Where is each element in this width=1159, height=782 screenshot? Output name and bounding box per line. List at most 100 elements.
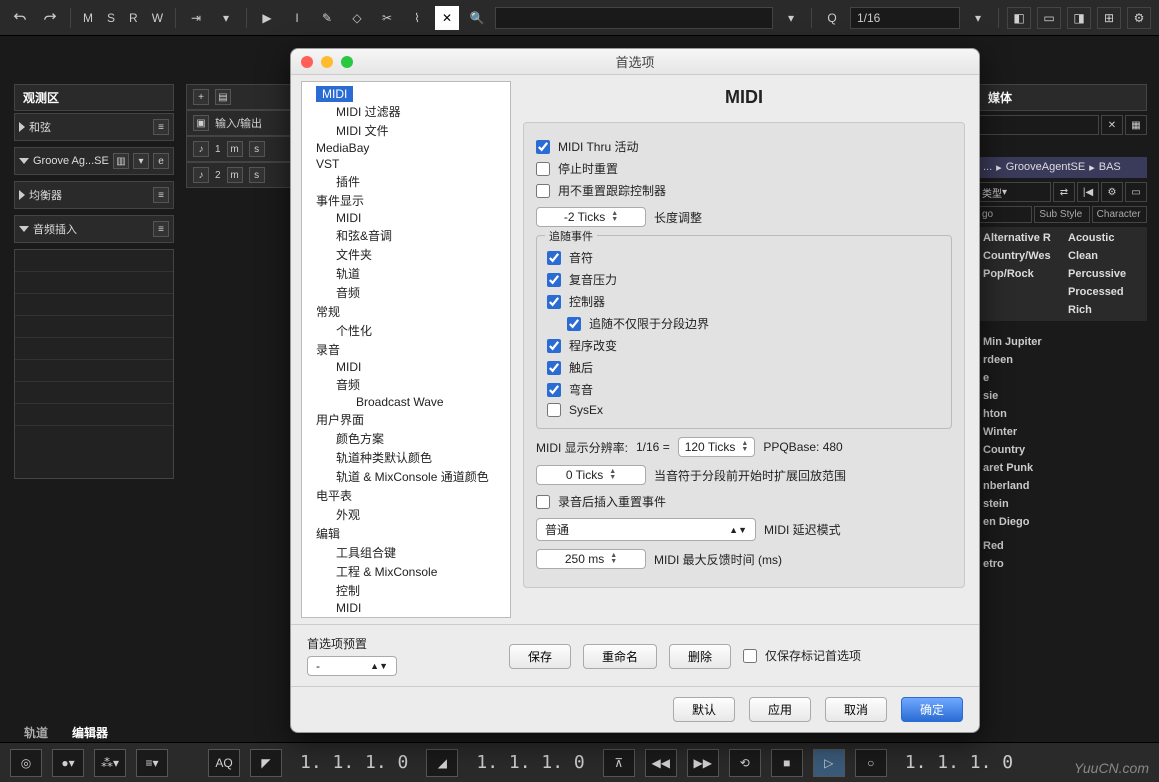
tree-item[interactable]: 个性化: [302, 321, 510, 340]
tab-track[interactable]: 轨道: [24, 724, 48, 741]
insert-slot[interactable]: [15, 250, 173, 272]
insert-slot[interactable]: [15, 272, 173, 294]
stop-button[interactable]: ■: [771, 749, 803, 777]
insert-slot[interactable]: [15, 360, 173, 382]
tree-item[interactable]: 文件夹: [302, 245, 510, 264]
tree-item[interactable]: 事件显示: [302, 191, 510, 210]
tag-item[interactable]: Alternative R: [979, 229, 1060, 247]
arrow-tool-icon[interactable]: ▶: [255, 6, 279, 30]
solo-button[interactable]: s: [249, 141, 265, 157]
preset-item[interactable]: en Diego: [977, 513, 1147, 531]
tree-item[interactable]: MIDI 文件: [302, 121, 510, 140]
tree-item[interactable]: 颜色方案: [302, 429, 510, 448]
tree-item[interactable]: 和弦&音调: [302, 226, 510, 245]
punch-in-icon[interactable]: ◤: [250, 749, 282, 777]
inserts-section[interactable]: 音频插入 ≡: [14, 215, 174, 243]
chase-checkbox[interactable]: 追随不仅限于分段边界: [547, 315, 941, 332]
primary-time[interactable]: 1. 1. 1. 0: [897, 752, 1021, 773]
layout3-icon[interactable]: ◨: [1067, 7, 1091, 29]
media-search[interactable]: [977, 115, 1099, 135]
write-toggle[interactable]: W: [148, 11, 167, 25]
layout1-icon[interactable]: ◧: [1007, 7, 1031, 29]
preset-item[interactable]: Winter: [977, 423, 1147, 441]
search-dropdown-icon[interactable]: ▾: [779, 6, 803, 30]
save-button[interactable]: 保存: [509, 644, 571, 669]
tag-item[interactable]: Processed: [1064, 283, 1145, 301]
left-locator[interactable]: 1. 1. 1. 0: [292, 752, 416, 773]
forward-icon[interactable]: ▶▶: [687, 749, 719, 777]
tree-item[interactable]: 电平表: [302, 486, 510, 505]
type-filter[interactable]: 类型 ▾: [977, 182, 1051, 202]
aq-button[interactable]: AQ: [208, 749, 240, 777]
tree-item[interactable]: 外观: [302, 505, 510, 524]
mute-toggle[interactable]: M: [79, 11, 97, 25]
mute-button[interactable]: m: [227, 167, 243, 183]
chase-checkbox[interactable]: SysEx: [547, 403, 941, 417]
track-row-1[interactable]: ♪ 1 m s: [186, 136, 296, 162]
insert-slot[interactable]: [15, 382, 173, 404]
filter-character[interactable]: Character: [1092, 206, 1147, 223]
tree-item[interactable]: 轨道种类默认颜色: [302, 448, 510, 467]
eq-menu-icon[interactable]: ≡: [153, 187, 169, 203]
preset-item[interactable]: nberland: [977, 477, 1147, 495]
x-tool-icon[interactable]: ✕: [435, 6, 459, 30]
punch-out-icon[interactable]: ◢: [426, 749, 458, 777]
chase-checkbox[interactable]: 触后: [547, 359, 941, 376]
preset-item[interactable]: etro: [977, 555, 1147, 573]
audio-mode-icon[interactable]: ⁂▾: [94, 749, 126, 777]
store-marked-checkbox[interactable]: 仅保存标记首选项: [743, 647, 861, 664]
edit-instrument-icon[interactable]: e: [153, 153, 169, 169]
draw-tool-icon[interactable]: ✎: [315, 6, 339, 30]
chase-checkbox[interactable]: 程序改变: [547, 337, 941, 354]
track-name-section[interactable]: Groove Ag...SE ▥ ▾ e: [14, 147, 174, 175]
read-toggle[interactable]: R: [125, 11, 142, 25]
settings-icon[interactable]: ⚙: [1101, 182, 1123, 202]
solo-button[interactable]: s: [249, 167, 265, 183]
scissors-tool-icon[interactable]: ✂: [375, 6, 399, 30]
chord-menu-icon[interactable]: ≡: [153, 119, 169, 135]
preset-item[interactable]: Country: [977, 441, 1147, 459]
redo-icon[interactable]: [38, 6, 62, 30]
midi-mode-icon[interactable]: ≡▾: [136, 749, 168, 777]
chase-checkbox[interactable]: 弯音: [547, 381, 941, 398]
insert-slot[interactable]: [15, 316, 173, 338]
display-res-spinner[interactable]: 120 Ticks▲▼: [678, 437, 756, 457]
track-row-2[interactable]: ♪ 2 m s: [186, 162, 296, 188]
rename-button[interactable]: 重命名: [583, 644, 657, 669]
cycle-icon[interactable]: ⟲: [729, 749, 761, 777]
insert-slot[interactable]: [15, 404, 173, 426]
snap-icon[interactable]: ⇥: [184, 6, 208, 30]
tree-item[interactable]: 常规: [302, 302, 510, 321]
ok-button[interactable]: 确定: [901, 697, 963, 722]
window-icon[interactable]: ▭: [1125, 182, 1147, 202]
preset-select[interactable]: -▲▼: [307, 656, 397, 676]
layout2-icon[interactable]: ▭: [1037, 7, 1061, 29]
delete-button[interactable]: 删除: [669, 644, 731, 669]
grid-icon[interactable]: ▦: [1125, 115, 1147, 135]
preset-item[interactable]: Red: [977, 537, 1147, 555]
eq-section[interactable]: 均衡器 ≡: [14, 181, 174, 209]
goto-start-icon[interactable]: ⊼: [603, 749, 635, 777]
apply-button[interactable]: 应用: [749, 697, 811, 722]
track-filter-icon[interactable]: ▤: [215, 89, 231, 105]
inserts-menu-icon[interactable]: ≡: [153, 221, 169, 237]
insert-reset-checkbox[interactable]: 录音后插入重置事件: [536, 493, 952, 510]
right-locator[interactable]: 1. 1. 1. 0: [468, 752, 592, 773]
record-button[interactable]: ○: [855, 749, 887, 777]
glue-tool-icon[interactable]: ⌇: [405, 6, 429, 30]
tree-item[interactable]: 音频: [302, 375, 510, 394]
preset-item[interactable]: rdeen: [977, 351, 1147, 369]
chord-section[interactable]: 和弦 ≡: [14, 113, 174, 141]
tag-item[interactable]: Rich: [1064, 301, 1145, 319]
tree-item[interactable]: 和弦: [302, 616, 510, 618]
undo-icon[interactable]: [8, 6, 32, 30]
midi-thru-checkbox[interactable]: MIDI Thru 活动: [536, 138, 952, 155]
filter-substyle[interactable]: Sub Style: [1034, 206, 1089, 223]
tree-item[interactable]: MIDI: [302, 359, 510, 375]
tag-item[interactable]: Pop/Rock: [979, 265, 1060, 283]
tree-item[interactable]: 录音: [302, 340, 510, 359]
latency-mode-select[interactable]: 普通▲▼: [536, 518, 756, 541]
tree-item[interactable]: MIDI: [302, 600, 510, 616]
quantize-value[interactable]: 1/16: [850, 7, 960, 29]
track-icon2[interactable]: ▾: [133, 153, 149, 169]
